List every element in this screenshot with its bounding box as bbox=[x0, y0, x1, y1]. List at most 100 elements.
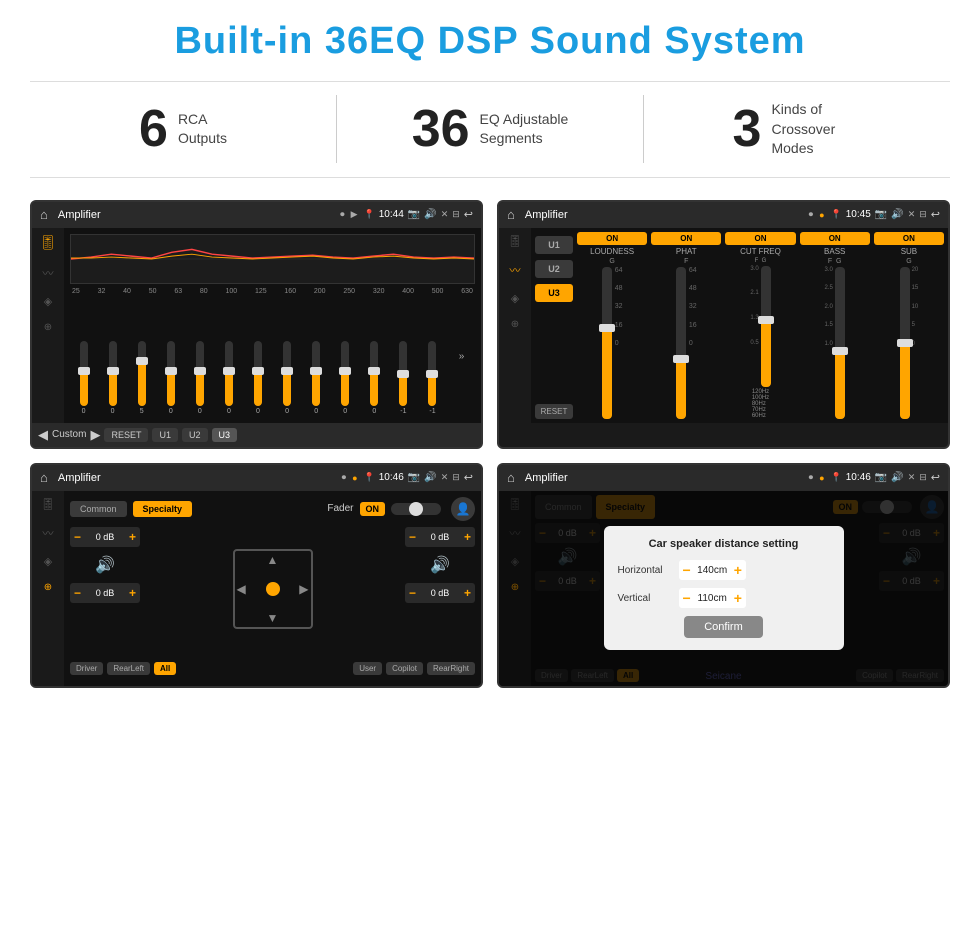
home-icon[interactable]: ⌂ bbox=[40, 207, 48, 222]
eq-screen-title: Amplifier bbox=[58, 209, 334, 221]
eq-slider-2[interactable]: 5 bbox=[128, 341, 155, 415]
bass-on-btn[interactable]: ON bbox=[800, 232, 870, 245]
db-plus-br[interactable]: + bbox=[464, 586, 471, 600]
eq-slider-6[interactable]: 0 bbox=[244, 341, 271, 415]
sub-slider[interactable] bbox=[900, 267, 910, 419]
crossover-sidebar: 🎚 〰 ◈ ⊕ bbox=[499, 228, 531, 423]
confirm-button[interactable]: Confirm bbox=[684, 616, 763, 638]
eq-volume-icon: 🔊 bbox=[424, 209, 436, 220]
sub-on-btn[interactable]: ON bbox=[874, 232, 944, 245]
phat-on-btn[interactable]: ON bbox=[651, 232, 721, 245]
eq-slider-9[interactable]: 0 bbox=[332, 341, 359, 415]
dialog-dot-icon: ● bbox=[819, 473, 824, 483]
eq-slider-4[interactable]: 0 bbox=[186, 341, 213, 415]
zone-driver-btn[interactable]: Driver bbox=[70, 662, 103, 675]
eq-u3-btn[interactable]: U3 bbox=[212, 428, 238, 442]
eq-icon[interactable]: 🎚 bbox=[39, 234, 57, 251]
eq-prev-btn[interactable]: ◀ bbox=[38, 427, 48, 443]
eq-slider-1[interactable]: 0 bbox=[99, 341, 126, 415]
db-minus-bl[interactable]: − bbox=[74, 586, 81, 600]
zone-copilot-btn[interactable]: Copilot bbox=[386, 662, 423, 675]
db-minus-br[interactable]: − bbox=[409, 586, 416, 600]
fader-camera-icon: 📷 bbox=[408, 472, 420, 483]
eq-slider-8[interactable]: 0 bbox=[303, 341, 330, 415]
cutfreq-on-btn[interactable]: ON bbox=[725, 232, 795, 245]
crossover-header-icons: 📍 10:45 📷 🔊 ✕ ⊟ ↩ bbox=[831, 208, 940, 221]
stat-rca-label: RCA Outputs bbox=[178, 110, 227, 149]
cutfreq-slider[interactable] bbox=[761, 266, 771, 387]
user-profile-icon[interactable]: 👤 bbox=[451, 497, 475, 521]
bass-slider[interactable] bbox=[835, 267, 845, 419]
zone-all-btn[interactable]: All bbox=[154, 662, 176, 675]
db-plus-tr[interactable]: + bbox=[464, 530, 471, 544]
eq-slider-3[interactable]: 0 bbox=[157, 341, 184, 415]
crossover-wave-icon[interactable]: 〰 bbox=[510, 262, 521, 278]
preset-u3[interactable]: U3 bbox=[535, 284, 573, 302]
fader-joystick[interactable]: ▲ ▼ ◀ ▶ bbox=[233, 549, 313, 629]
crossover-home-icon[interactable]: ⌂ bbox=[507, 207, 515, 222]
fader-home-icon[interactable]: ⌂ bbox=[40, 470, 48, 485]
horizontal-minus-btn[interactable]: − bbox=[683, 562, 691, 578]
phat-slider[interactable] bbox=[676, 267, 686, 419]
eq-slider-11[interactable]: -1 bbox=[390, 341, 417, 415]
vertical-minus-btn[interactable]: − bbox=[683, 590, 691, 606]
db-value-tl: 0 dB bbox=[84, 532, 126, 542]
crossover-back-icon[interactable]: ↩ bbox=[931, 208, 940, 221]
eq-back-icon[interactable]: ↩ bbox=[464, 208, 473, 221]
fader-left-arrow: ◀ bbox=[237, 582, 246, 596]
crossover-cross-icon[interactable]: ⊕ bbox=[511, 319, 519, 330]
db-control-bottom-right: − 0 dB + bbox=[405, 583, 475, 603]
fader-eq-icon[interactable]: 🎚 bbox=[40, 497, 55, 511]
fader-down-arrow: ▼ bbox=[267, 611, 279, 625]
fader-spk-icon[interactable]: ◈ bbox=[44, 555, 52, 568]
db-control-top-left: − 0 dB + bbox=[70, 527, 140, 547]
zone-user-btn[interactable]: User bbox=[353, 662, 382, 675]
eq-u2-btn[interactable]: U2 bbox=[182, 428, 208, 442]
crossover-reset-btn[interactable]: RESET bbox=[535, 404, 573, 419]
channel-loudness: ON LOUDNESS G 644832160 bbox=[577, 232, 647, 419]
dialog-back-icon[interactable]: ↩ bbox=[931, 471, 940, 484]
eq-camera-icon: 📷 bbox=[408, 209, 420, 220]
eq-reset-btn[interactable]: RESET bbox=[104, 428, 148, 442]
eq-screen-header: ⌂ Amplifier ⏺ ▶ 📍 10:44 📷 🔊 ✕ ⊟ ↩ bbox=[32, 202, 481, 228]
eq-slider-0[interactable]: 0 bbox=[70, 341, 97, 415]
eq-slider-12[interactable]: -1 bbox=[419, 341, 446, 415]
eq-header-icons: 📍 10:44 📷 🔊 ✕ ⊟ ↩ bbox=[364, 208, 473, 221]
dialog-home-icon[interactable]: ⌂ bbox=[507, 470, 515, 485]
loudness-on-btn[interactable]: ON bbox=[577, 232, 647, 245]
eq-slider-10[interactable]: 0 bbox=[361, 341, 388, 415]
fader-cross-icon[interactable]: ⊕ bbox=[44, 582, 52, 593]
db-plus-bl[interactable]: + bbox=[129, 586, 136, 600]
fader-slider[interactable] bbox=[391, 503, 441, 515]
zone-rearleft-btn[interactable]: RearLeft bbox=[107, 662, 150, 675]
zone-rearright-btn[interactable]: RearRight bbox=[427, 662, 475, 675]
fader-wave-icon[interactable]: 〰 bbox=[43, 525, 54, 541]
crossover-screen-wrapper: ⌂ Amplifier ⏺ ● 📍 10:45 📷 🔊 ✕ ⊟ ↩ 🎚 〰 bbox=[497, 200, 950, 449]
fader-specialty-tab[interactable]: Specialty bbox=[133, 501, 193, 517]
fader-location-icon: 📍 bbox=[364, 472, 375, 483]
eq-slider-7[interactable]: 0 bbox=[274, 341, 301, 415]
eq-slider-5[interactable]: 0 bbox=[215, 341, 242, 415]
eq-slider-more[interactable]: » bbox=[448, 351, 475, 362]
eq-next-btn[interactable]: ▶ bbox=[90, 427, 100, 443]
fader-back-icon[interactable]: ↩ bbox=[464, 471, 473, 484]
fader-close-icon: ✕ bbox=[441, 472, 449, 483]
fader-common-tab[interactable]: Common bbox=[70, 501, 127, 517]
db-minus-tl[interactable]: − bbox=[74, 530, 81, 544]
stat-eq-number: 36 bbox=[412, 103, 470, 155]
crossover-eq-icon[interactable]: 🎚 bbox=[507, 234, 522, 248]
horizontal-plus-btn[interactable]: + bbox=[734, 562, 742, 578]
db-plus-tl[interactable]: + bbox=[129, 530, 136, 544]
preset-u2[interactable]: U2 bbox=[535, 260, 573, 278]
eq-u1-btn[interactable]: U1 bbox=[152, 428, 178, 442]
crossover-spk-icon[interactable]: ◈ bbox=[511, 292, 519, 305]
preset-u1[interactable]: U1 bbox=[535, 236, 573, 254]
fader-on-btn[interactable]: ON bbox=[360, 502, 386, 516]
speaker-icon[interactable]: ◈ bbox=[44, 295, 52, 308]
crossover-icon[interactable]: ⊕ bbox=[44, 322, 52, 333]
loudness-slider[interactable] bbox=[602, 267, 612, 419]
vertical-plus-btn[interactable]: + bbox=[734, 590, 742, 606]
fader-right-arrow: ▶ bbox=[299, 582, 308, 596]
waveform-icon[interactable]: 〰 bbox=[43, 265, 54, 281]
db-minus-tr[interactable]: − bbox=[409, 530, 416, 544]
